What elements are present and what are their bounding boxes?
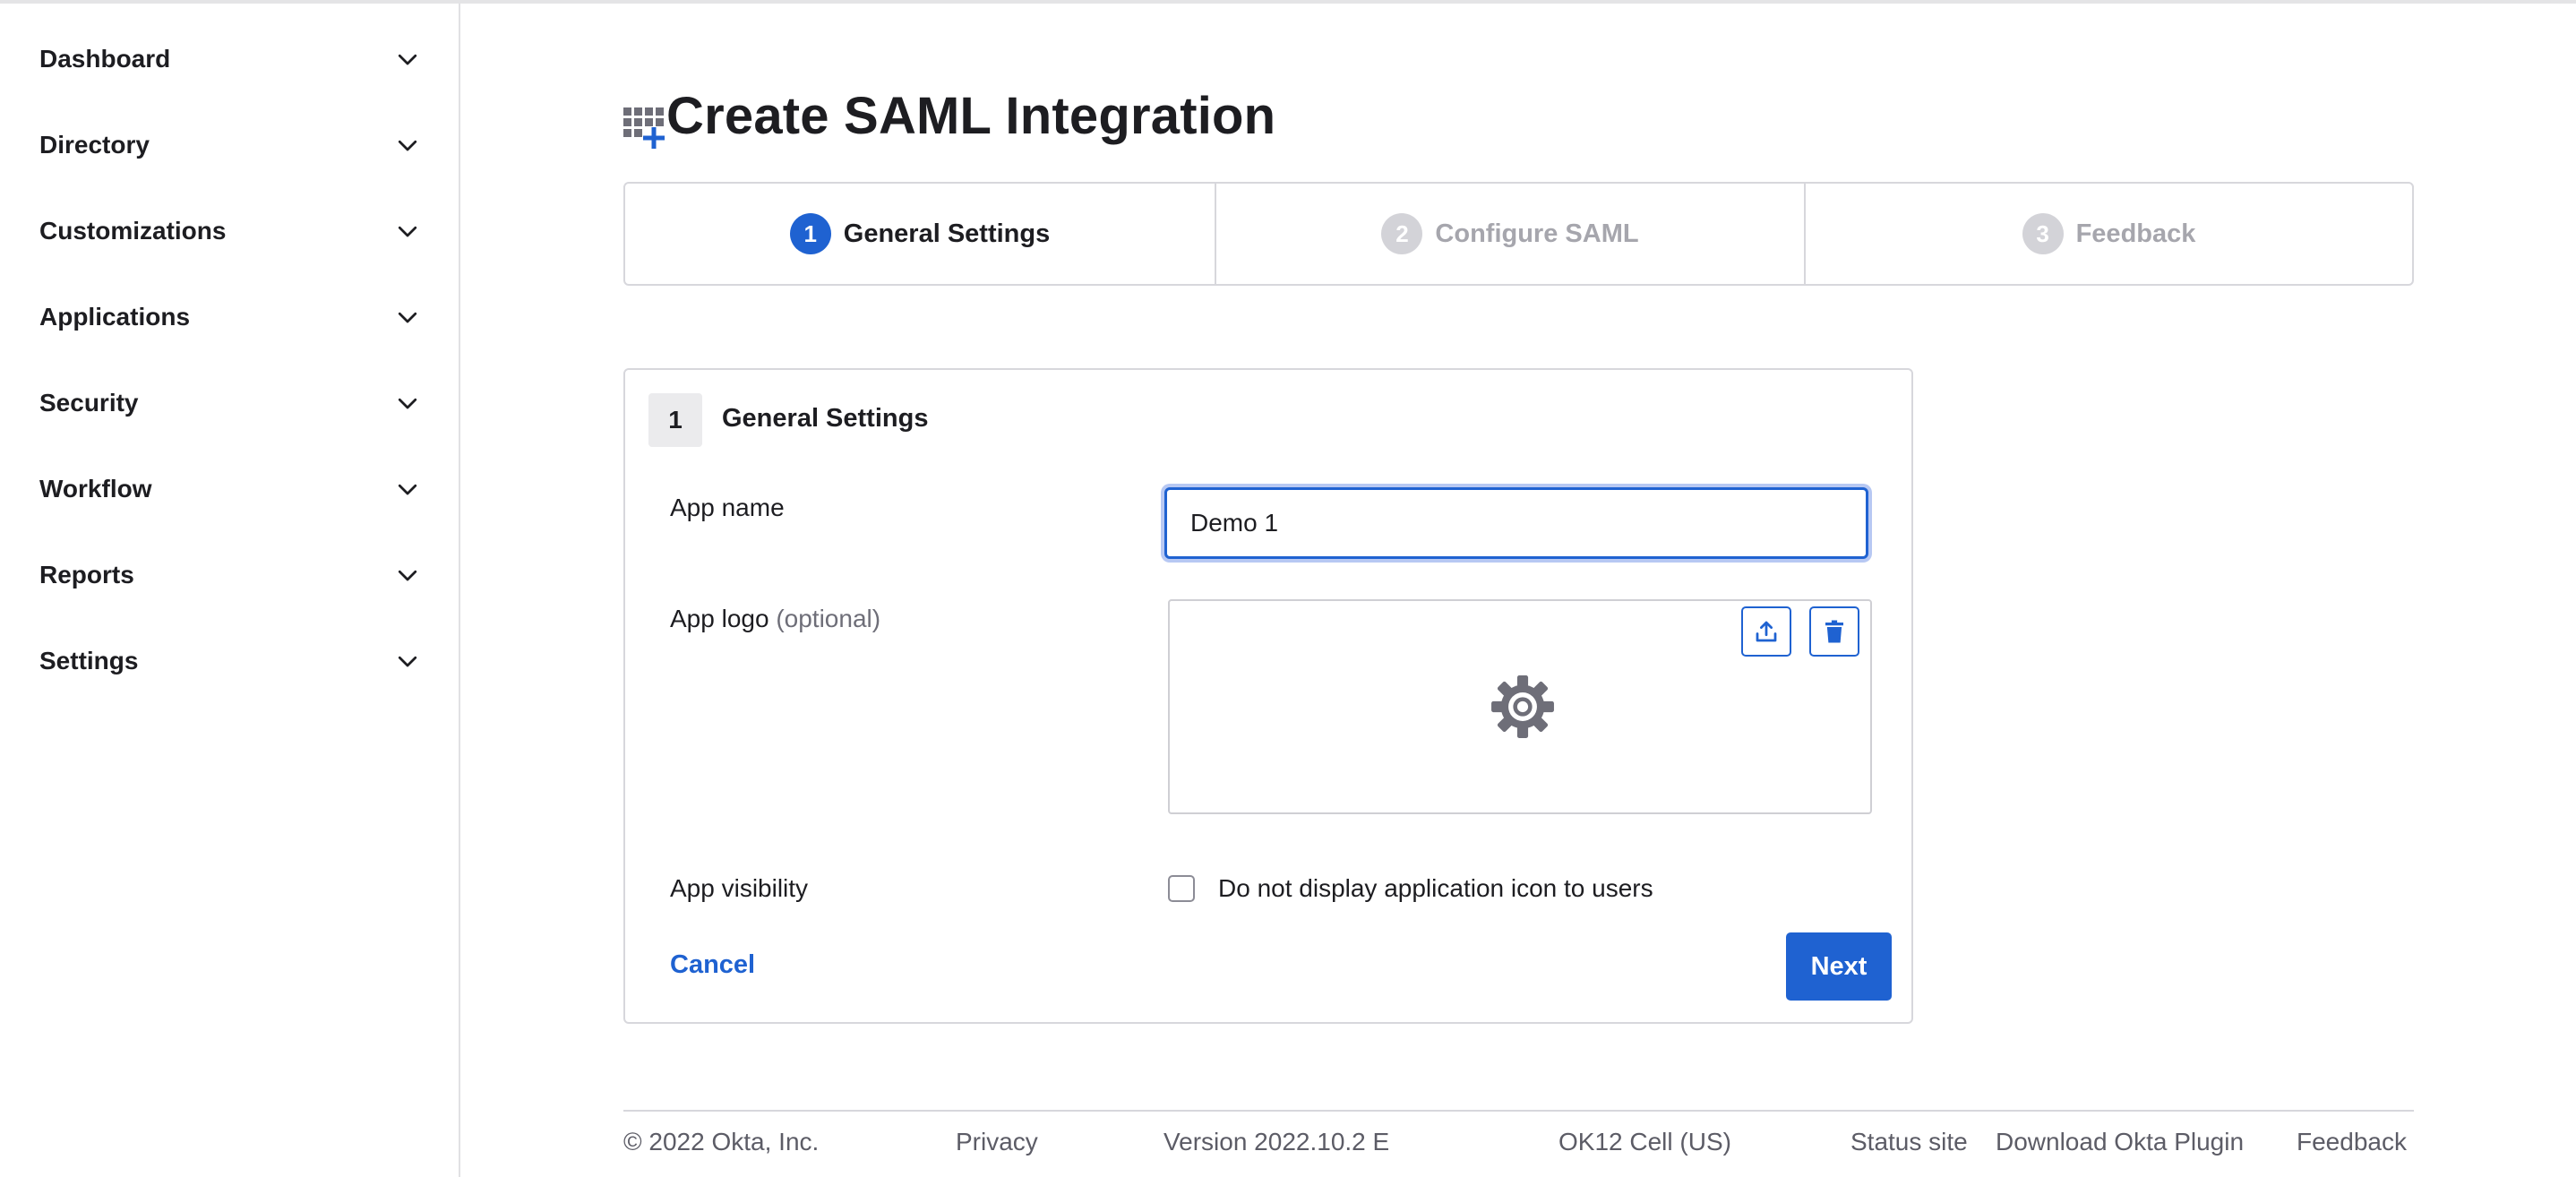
sidebar-item-label: Directory [39, 131, 150, 159]
sidebar-item-reports[interactable]: Reports [0, 539, 459, 611]
hide-icon-checkbox-label[interactable]: Do not display application icon to users [1218, 874, 1653, 903]
step-number: 3 [2022, 213, 2064, 254]
page-title: Create SAML Integration [666, 87, 1276, 145]
sidebar-item-label: Settings [39, 647, 139, 674]
app-name-label: App name [670, 494, 785, 521]
chevron-down-icon [394, 562, 421, 588]
sidebar-item-customizations[interactable]: Customizations [0, 195, 459, 267]
sidebar-nav: Dashboard Directory Customizations Appli… [0, 4, 460, 1177]
trash-icon [1825, 620, 1843, 643]
upload-icon [1756, 621, 1777, 642]
step-feedback: 3 Feedback [1804, 184, 2412, 284]
next-button[interactable]: Next [1786, 932, 1892, 1001]
sidebar-item-directory[interactable]: Directory [0, 109, 459, 181]
footer-divider [623, 1110, 2414, 1112]
footer-cell: OK12 Cell (US) [1558, 1128, 1731, 1156]
chevron-down-icon [394, 304, 421, 331]
footer-feedback-link[interactable]: Feedback [2297, 1128, 2407, 1156]
app-grid-add-icon [622, 106, 666, 150]
sidebar-item-label: Workflow [39, 475, 152, 503]
optional-hint: (optional) [776, 605, 881, 632]
footer-download-plugin-link[interactable]: Download Okta Plugin [1996, 1128, 2244, 1156]
general-settings-card: 1 General Settings App name App logo (op… [623, 368, 1913, 1024]
sidebar-item-label: Reports [39, 561, 134, 588]
cancel-button[interactable]: Cancel [670, 950, 755, 980]
chevron-down-icon [394, 476, 421, 503]
sidebar-item-security[interactable]: Security [0, 367, 459, 439]
app-logo-dropzone[interactable] [1168, 599, 1872, 814]
chevron-down-icon [394, 648, 421, 674]
hide-icon-checkbox[interactable] [1168, 875, 1195, 902]
upload-logo-button[interactable] [1741, 606, 1791, 657]
step-number: 2 [1381, 213, 1423, 254]
sidebar-item-label: Customizations [39, 217, 227, 245]
footer-copyright: © 2022 Okta, Inc. [623, 1128, 820, 1156]
chevron-down-icon [394, 46, 421, 73]
sidebar-item-label: Applications [39, 303, 191, 331]
sidebar-item-applications[interactable]: Applications [0, 281, 459, 353]
section-number-badge: 1 [648, 393, 702, 447]
step-label: Feedback [2075, 219, 2196, 248]
sidebar-item-dashboard[interactable]: Dashboard [0, 23, 459, 95]
step-number: 1 [789, 213, 831, 254]
app-name-input[interactable] [1164, 487, 1868, 559]
sidebar-item-label: Dashboard [39, 45, 171, 73]
step-label: Configure SAML [1435, 219, 1639, 248]
wizard-stepper: 1 General Settings 2 Configure SAML 3 Fe… [623, 182, 2414, 286]
sidebar-item-workflow[interactable]: Workflow [0, 453, 459, 525]
footer-status-site-link[interactable]: Status site [1850, 1128, 1968, 1156]
step-label: General Settings [843, 219, 1051, 248]
delete-logo-button[interactable] [1809, 606, 1859, 657]
chevron-down-icon [394, 218, 421, 245]
app-visibility-label: App visibility [670, 874, 809, 902]
chevron-down-icon [394, 132, 421, 159]
step-configure-saml: 2 Configure SAML [1215, 184, 1804, 284]
section-title: General Settings [722, 404, 929, 433]
sidebar-item-settings[interactable]: Settings [0, 625, 459, 697]
footer-version: Version 2022.10.2 E [1163, 1128, 1390, 1156]
app-logo-label-text: App logo [670, 605, 769, 632]
sidebar-item-label: Security [39, 389, 139, 417]
app-logo-label: App logo (optional) [670, 605, 880, 633]
gear-icon [1491, 675, 1554, 738]
footer-privacy-link[interactable]: Privacy [956, 1128, 1038, 1156]
chevron-down-icon [394, 390, 421, 417]
step-general-settings: 1 General Settings [625, 184, 1215, 284]
